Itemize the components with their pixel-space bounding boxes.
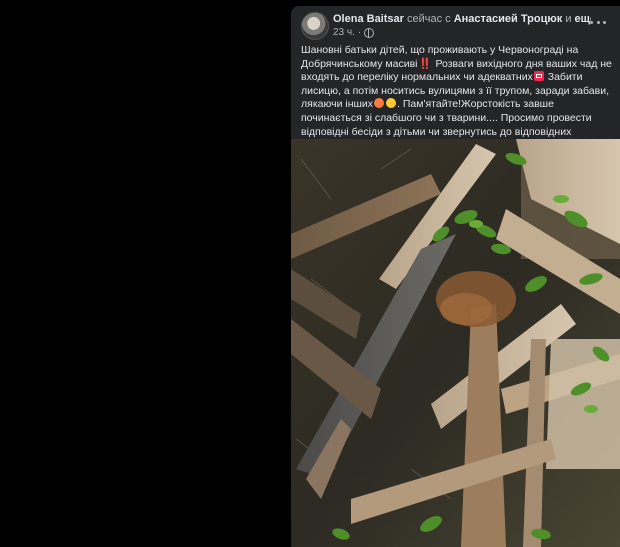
author-avatar[interactable]	[301, 12, 329, 40]
more-options-icon-dot	[603, 20, 606, 24]
left-empty-pane	[0, 0, 291, 547]
post-meta: 23 ч. ·	[333, 27, 375, 39]
meta-separator: ·	[357, 27, 362, 38]
facebook-post-card: Olena Baitsar сейчас с Анастасией Троцюк…	[291, 6, 620, 547]
globe-icon	[364, 28, 375, 38]
post-header-line: Olena Baitsar сейчас с Анастасией Троцюк…	[333, 13, 591, 26]
dead-fox-under-planks-photo	[291, 139, 620, 547]
with-text: сейчас с	[406, 13, 451, 25]
more-options-icon-dot	[596, 20, 600, 24]
post-photo[interactable]	[291, 139, 620, 547]
tagged-person-link[interactable]: Анастасией Троцюк	[454, 13, 563, 25]
author-name[interactable]: Olena Baitsar	[333, 13, 404, 25]
more-options-icon	[590, 20, 593, 24]
face-emoji	[386, 98, 397, 109]
more-options-button[interactable]	[590, 15, 606, 29]
and-text: и	[565, 13, 572, 25]
tagged-others-link[interactable]: ещё 5.	[575, 13, 591, 25]
post-timestamp[interactable]: 23 ч.	[333, 27, 355, 39]
double-exclamation-emoji: ‼️	[418, 57, 432, 70]
angry-face-emoji	[374, 98, 385, 109]
post-body-text: Шановні батьки дітей, що проживають у Че…	[301, 44, 615, 153]
no-entry-emoji	[533, 71, 544, 82]
post-header: Olena Baitsar сейчас с Анастасией Троцюк…	[291, 6, 620, 42]
